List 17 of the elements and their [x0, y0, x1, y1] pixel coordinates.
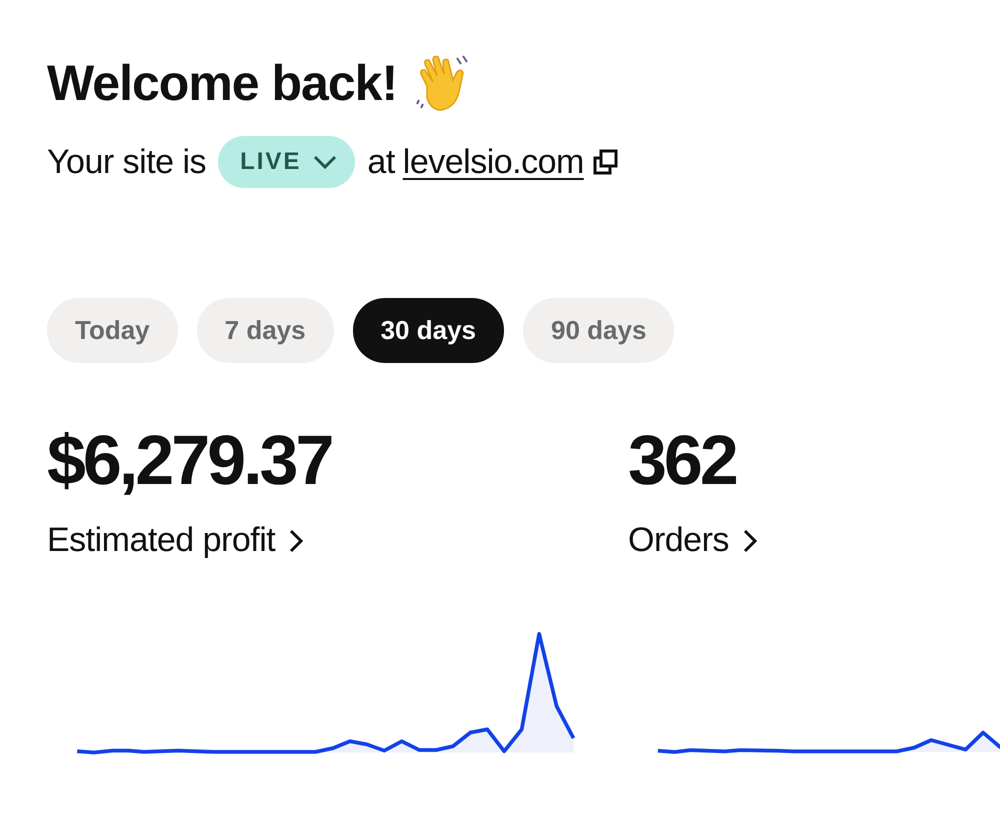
metric-value: $6,279.37 [47, 425, 332, 495]
external-link-icon[interactable] [592, 148, 620, 176]
metric-link[interactable]: Orders [628, 515, 757, 566]
chevron-right-icon [289, 528, 304, 552]
caret-icon [313, 155, 338, 169]
welcome-heading: Welcome back! [47, 54, 398, 113]
metric-value: 362 [628, 425, 737, 495]
period-tab[interactable]: 90 days [523, 298, 674, 363]
period-tab[interactable]: 30 days [352, 298, 504, 363]
domain-link[interactable]: levelsio.com [402, 136, 584, 188]
status-text: Your site is [47, 142, 206, 182]
period-tab[interactable]: 7 days [196, 298, 334, 363]
connector-text: at [367, 142, 395, 182]
status-dropdown[interactable]: LIVE [218, 136, 356, 188]
chevron-right-icon [742, 528, 757, 552]
period-tab[interactable]: Today [47, 298, 178, 363]
metric-link[interactable]: Estimated profit [47, 515, 304, 566]
